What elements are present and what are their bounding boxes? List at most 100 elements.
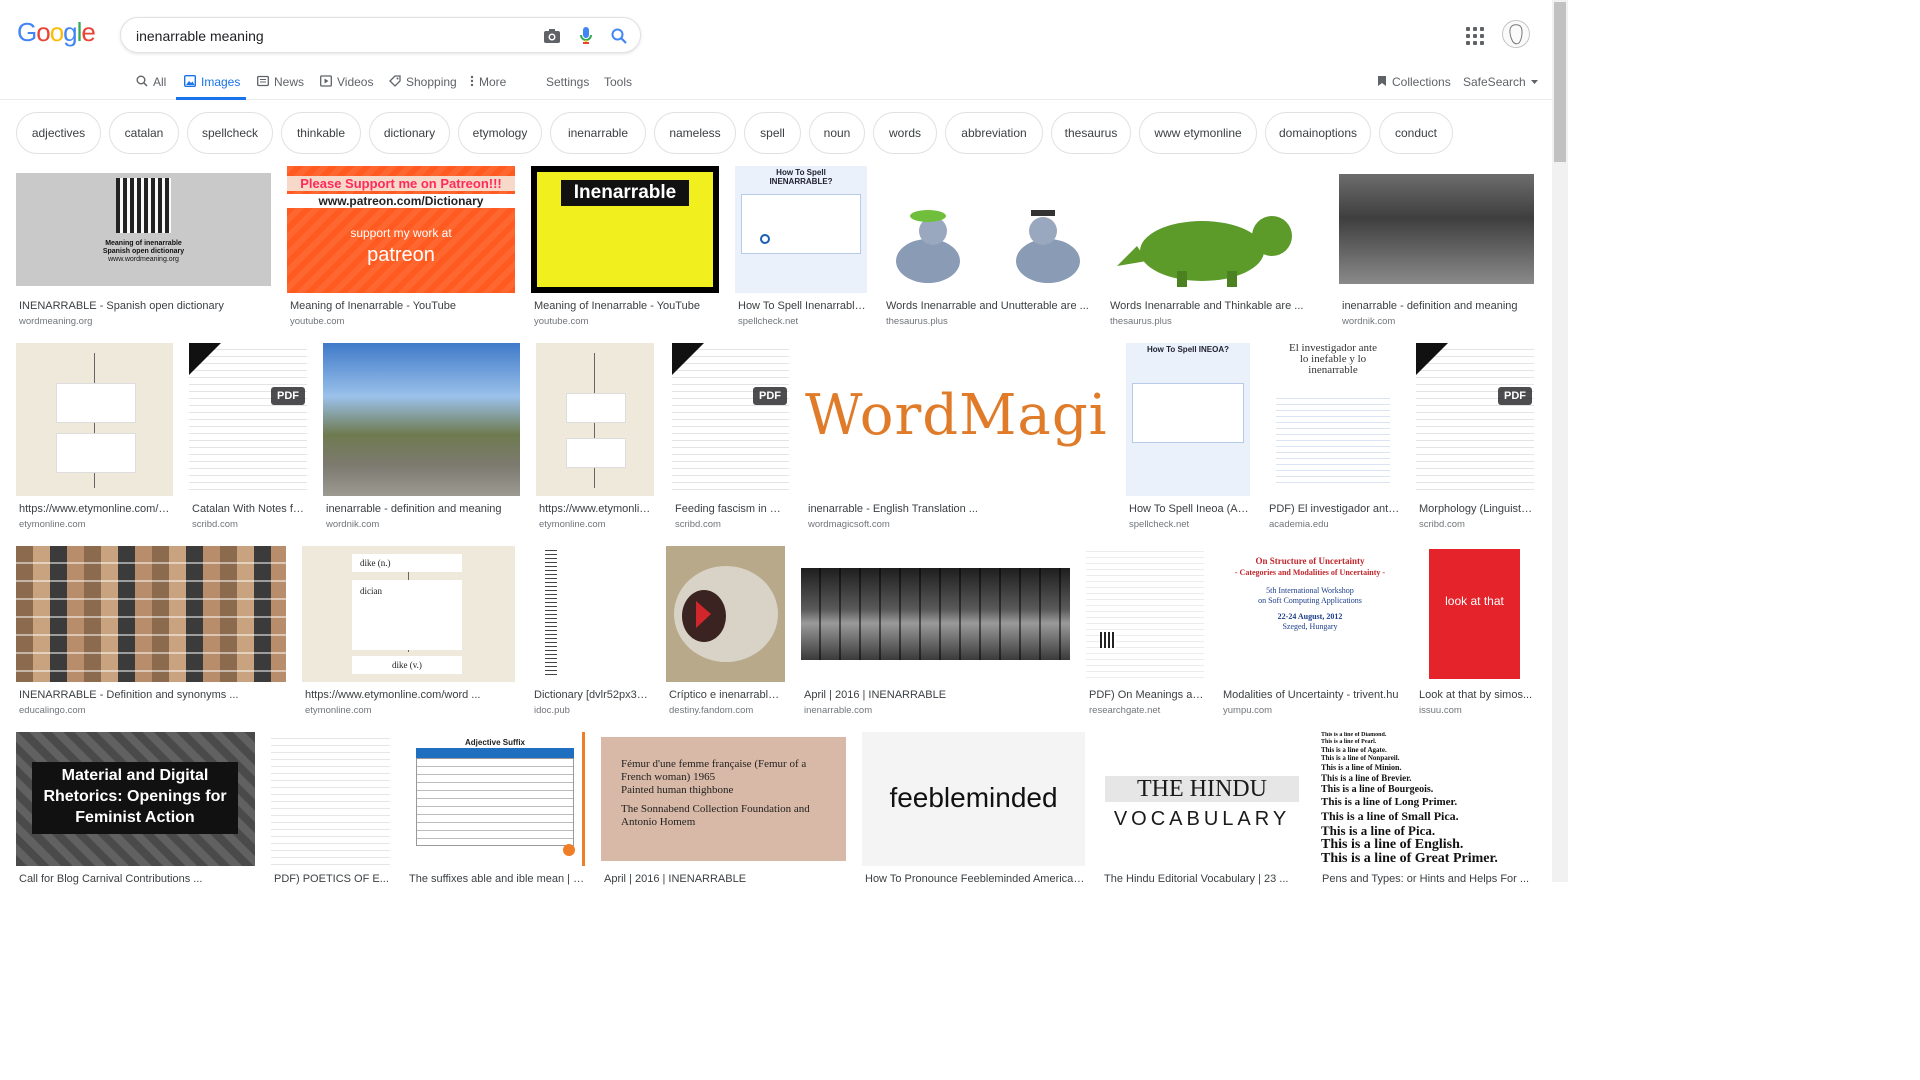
apps-grid-icon[interactable] [1466, 27, 1484, 45]
tab-videos[interactable]: Videos [320, 66, 373, 100]
microphone-icon[interactable] [575, 25, 597, 47]
tab-more[interactable]: More [470, 66, 506, 100]
chip[interactable]: spell [744, 112, 801, 154]
result-caption[interactable]: Morphology (Linguistic... [1419, 503, 1534, 515]
scrollbar-thumb[interactable] [1554, 2, 1566, 162]
result-thumbnail[interactable] [1107, 166, 1323, 293]
result-thumbnail[interactable] [666, 546, 785, 682]
result-thumbnail[interactable] [536, 343, 654, 496]
result-thumbnail[interactable]: Fémur d'une femme française (Femur of a … [601, 732, 846, 866]
result-thumbnail[interactable]: El investigador ante lo inefable y lo in… [1266, 343, 1400, 496]
chip[interactable]: www etymonline [1139, 112, 1257, 154]
result-caption[interactable]: https://www.etymonline.com/w... [19, 503, 173, 515]
result-caption[interactable]: INENARRABLE - Definition and synonyms ..… [19, 689, 286, 701]
result-caption[interactable]: The Hindu Editorial Vocabulary | 23 ... [1104, 873, 1303, 885]
result-caption[interactable]: Meaning of Inenarrable - YouTube [290, 300, 515, 312]
result-thumbnail[interactable] [16, 343, 173, 496]
result-caption[interactable]: Words Inenarrable and Thinkable are ... [1110, 300, 1323, 312]
result-caption[interactable]: inenarrable - definition and meaning [326, 503, 520, 515]
result-caption[interactable]: Modalities of Uncertainty - trivent.hu [1223, 689, 1400, 701]
result-thumbnail[interactable]: feebleminded [862, 732, 1085, 866]
result-thumbnail[interactable]: This is a line of Diamond. This is a lin… [1319, 732, 1534, 866]
result-thumbnail[interactable]: PDF [189, 343, 307, 496]
result-thumbnail[interactable]: WordMagic [805, 343, 1110, 496]
chip[interactable]: noun [809, 112, 865, 154]
result-thumbnail[interactable] [801, 546, 1070, 682]
thumb-text: Adjective Suffix [464, 738, 525, 747]
chip[interactable]: words [873, 112, 937, 154]
result-thumbnail[interactable] [883, 166, 1091, 293]
result-thumbnail[interactable]: Meaning of inenarrable Spanish open dict… [16, 166, 271, 293]
result-caption[interactable]: inenarrable - English Translation ... [808, 503, 1110, 515]
tab-shopping[interactable]: Shopping [389, 66, 457, 100]
result-caption[interactable]: Words Inenarrable and Unutterable are ..… [886, 300, 1091, 312]
collections-link[interactable]: Collections [1377, 66, 1451, 100]
chip[interactable]: thesaurus [1051, 112, 1131, 154]
result-caption[interactable]: PDF) El investigador ante... [1269, 503, 1400, 515]
result-caption[interactable]: Críptico e inenarrable"... [669, 689, 785, 701]
chip[interactable]: dictionary [369, 112, 450, 154]
result-caption[interactable]: https://www.etymonlin... [539, 503, 654, 515]
safesearch-dropdown[interactable]: SafeSearch [1463, 66, 1538, 100]
result-thumbnail[interactable]: dike (n.) dician dike (v.) [302, 546, 515, 682]
tab-label: SafeSearch [1463, 75, 1526, 89]
logo-letter: e [81, 17, 96, 47]
search-input[interactable] [136, 25, 516, 47]
result-thumbnail[interactable]: Material and Digital Rhetorics: Openings… [16, 732, 255, 866]
result-caption[interactable]: April | 2016 | INENARRABLE [604, 873, 846, 885]
result-thumbnail[interactable]: Adjective Suffix [406, 732, 585, 866]
chip[interactable]: abbreviation [945, 112, 1043, 154]
result-thumbnail[interactable]: PDF [1416, 343, 1534, 496]
result-thumbnail[interactable]: Inenarrable [531, 166, 719, 293]
chip[interactable]: catalan [109, 112, 179, 154]
result-caption[interactable]: April | 2016 | INENARRABLE [804, 689, 1070, 701]
result-thumbnail[interactable] [1086, 546, 1204, 682]
result-caption[interactable]: Feeding fascism in Gr... [675, 503, 789, 515]
search-icon[interactable] [608, 25, 630, 47]
result-thumbnail[interactable]: On Structure of Uncertainty - Categories… [1220, 546, 1400, 682]
result-thumbnail[interactable]: PDF [672, 343, 789, 496]
chip[interactable]: domainoptions [1265, 112, 1371, 154]
result-caption[interactable]: Pens and Types: or Hints and Helps For .… [1322, 873, 1534, 885]
tab-news[interactable]: News [257, 66, 304, 100]
settings-link[interactable]: Settings [546, 66, 589, 100]
result-caption[interactable]: Call for Blog Carnival Contributions ... [19, 873, 255, 885]
result-thumbnail[interactable]: look at that [1416, 546, 1523, 682]
chip[interactable]: conduct [1379, 112, 1453, 154]
result-caption[interactable]: https://www.etymonline.com/word ... [305, 689, 515, 701]
result-thumbnail[interactable] [16, 546, 286, 682]
thumb-text: patreon [367, 244, 435, 266]
result-thumbnail[interactable] [323, 343, 520, 496]
result-caption[interactable]: PDF) POETICS OF E... [274, 873, 390, 885]
result-caption[interactable]: INENARRABLE - Spanish open dictionary [19, 300, 271, 312]
tab-images[interactable]: Images [176, 66, 246, 100]
result-caption[interactable]: How To Pronounce Feebleminded American .… [865, 873, 1085, 885]
result-thumbnail[interactable] [531, 546, 650, 682]
camera-icon[interactable] [541, 25, 563, 47]
result-caption[interactable]: Dictionary [dvlr52px3v... [534, 689, 650, 701]
result-caption[interactable]: The suffixes able and ible mean | Blog .… [409, 873, 585, 885]
result-caption[interactable]: PDF) On Meanings an... [1089, 689, 1204, 701]
result-thumbnail[interactable] [1339, 166, 1534, 293]
result-thumbnail[interactable]: Please Support me on Patreon!!! www.patr… [287, 166, 515, 293]
chip[interactable]: inenarrable [550, 112, 646, 154]
result-thumbnail[interactable]: THE HINDU VOCABULARY [1101, 732, 1303, 866]
chip[interactable]: adjectives [16, 112, 101, 154]
chip[interactable]: etymology [458, 112, 542, 154]
result-caption[interactable]: inenarrable - definition and meaning [1342, 300, 1534, 312]
result-caption[interactable]: Catalan With Notes fo... [192, 503, 307, 515]
result-caption[interactable]: How To Spell Inenarrable... [738, 300, 867, 312]
tab-all[interactable]: All [136, 66, 166, 100]
google-logo[interactable]: Google [17, 17, 96, 48]
result-caption[interactable]: How To Spell Ineoa (An... [1129, 503, 1250, 515]
chip[interactable]: spellcheck [187, 112, 273, 154]
tools-link[interactable]: Tools [604, 66, 632, 100]
result-thumbnail[interactable] [271, 732, 390, 866]
chip[interactable]: nameless [654, 112, 736, 154]
result-thumbnail[interactable]: How To Spell INENARRABLE? [735, 166, 867, 293]
result-caption[interactable]: Look at that by simos... [1419, 689, 1534, 701]
chip[interactable]: thinkable [281, 112, 361, 154]
result-thumbnail[interactable]: How To Spell INEOA? [1126, 343, 1250, 496]
avatar[interactable] [1502, 20, 1530, 48]
result-caption[interactable]: Meaning of Inenarrable - YouTube [534, 300, 719, 312]
